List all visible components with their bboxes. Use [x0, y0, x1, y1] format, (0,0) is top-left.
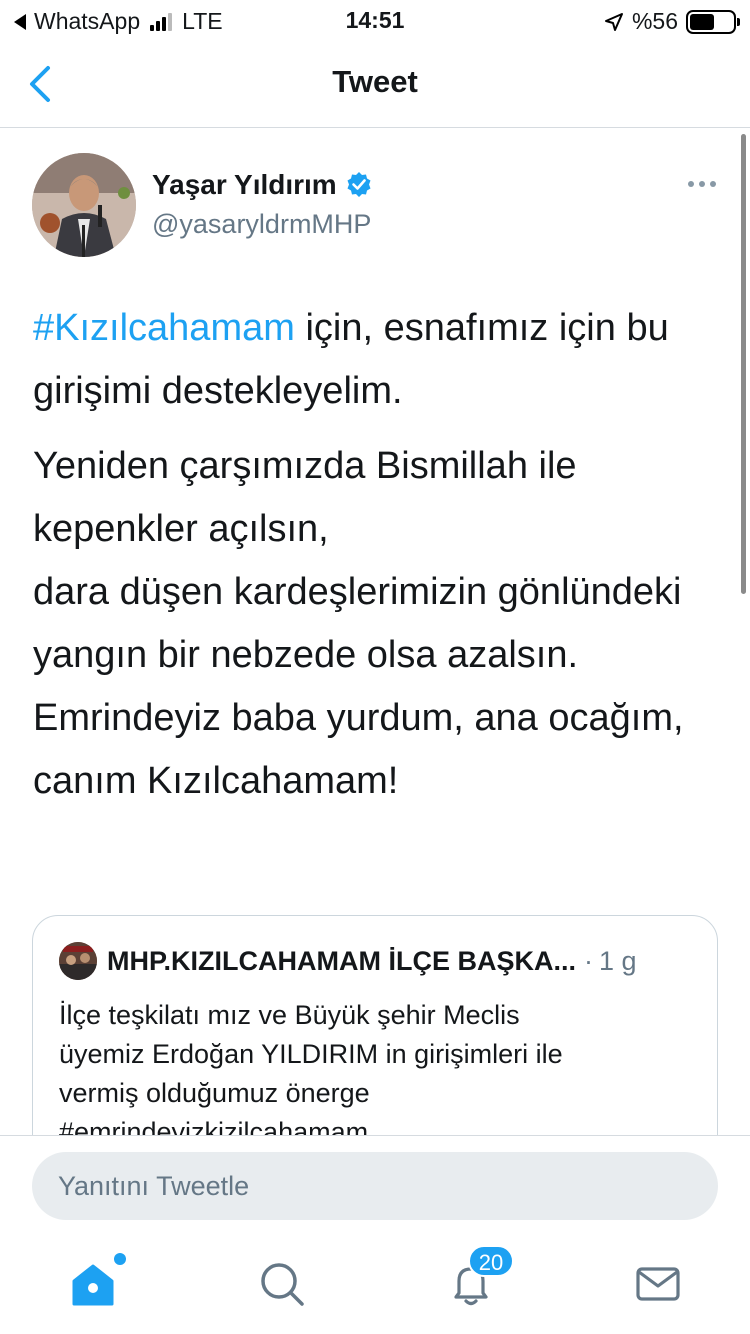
author-name-text: Yaşar Yıldırım [152, 169, 337, 200]
quoted-tweet-header: MHP.KIZILCAHAMAM İLÇE BAŞKA... · 1 g [59, 942, 699, 980]
location-arrow-icon [604, 12, 623, 31]
quoted-timestamp: 1 g [599, 945, 637, 976]
author-name[interactable]: Yaşar Yıldırım [152, 169, 373, 201]
avatar-photo [32, 153, 136, 257]
tweet-detail: Yaşar Yıldırım @yasaryldrmMHP #Kızılcaha… [0, 129, 750, 1135]
quoted-author-avatar [59, 942, 97, 980]
home-unread-dot [114, 1253, 126, 1265]
home-icon [72, 1264, 114, 1306]
tab-messages[interactable] [633, 1259, 683, 1309]
author-avatar[interactable] [32, 153, 136, 257]
tweet-paragraph-4: Emrindeyiz baba yurdum, ana ocağım, canı… [33, 697, 684, 802]
tweet-paragraph-1: #Kızılcahamam için, esnafımız için bu gi… [33, 297, 723, 423]
quoted-avatar-photo [59, 942, 97, 980]
reply-input[interactable]: Yanıtını Tweetle [32, 1152, 718, 1220]
search-icon [261, 1263, 304, 1306]
quoted-line: üyemiz Erdoğan YILDIRIM in girişimleri i… [59, 1039, 563, 1069]
quoted-author-name: MHP.KIZILCAHAMAM İLÇE BAŞKA... [107, 945, 576, 976]
dot [688, 181, 694, 187]
status-right: %56 [604, 8, 740, 35]
tab-notifications[interactable]: 20 [446, 1245, 514, 1309]
reply-bar: Yanıtını Tweetle [0, 1135, 750, 1235]
dot [699, 181, 705, 187]
battery-percent: %56 [631, 8, 678, 34]
tweet-paragraph-2: Yeniden çarşımızda Bismillah ile kepenkl… [33, 445, 577, 550]
dot [710, 181, 716, 187]
tweet-paragraph-3: dara düşen kardeşlerimizin gönlündeki ya… [33, 571, 682, 676]
page-title: Tweet [332, 64, 418, 99]
quoted-tweet-text: İlçe teşkilatı mız ve Büyük şehir Meclis… [59, 996, 679, 1135]
tab-home[interactable] [68, 1253, 126, 1309]
quoted-line: #emrindeyizkizilcahamam [59, 1117, 369, 1135]
tweet-text: #Kızılcahamam için, esnafımız için bu gi… [33, 297, 723, 813]
status-bar: WhatsApp LTE 14:51 %56 [0, 0, 750, 40]
tab-bar: 20 [0, 1235, 750, 1334]
quoted-tweet-card[interactable]: MHP.KIZILCAHAMAM İLÇE BAŞKA... · 1 g İlç… [32, 915, 718, 1135]
quoted-line: vermiş olduğumuz önerge [59, 1078, 370, 1108]
quoted-line: İlçe teşkilatı mız ve Büyük şehir Meclis [59, 1000, 520, 1030]
verified-badge-icon [347, 172, 371, 197]
battery-icon [686, 9, 740, 34]
author-handle[interactable]: @yasaryldrmMHP [152, 209, 371, 240]
separator-dot: · [584, 945, 593, 976]
nav-header: Tweet [0, 40, 750, 128]
more-options-button[interactable] [688, 181, 716, 187]
mail-icon [636, 1267, 680, 1301]
battery-fill [690, 13, 714, 30]
hashtag-link[interactable]: #Kızılcahamam [33, 307, 295, 349]
tab-search[interactable] [257, 1259, 307, 1309]
notifications-badge: 20 [468, 1245, 514, 1277]
